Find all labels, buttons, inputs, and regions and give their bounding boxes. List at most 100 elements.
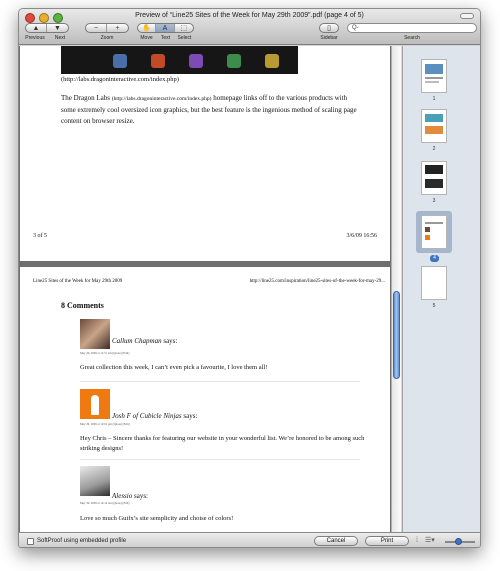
sidebar-toggle-button[interactable]: ▯: [319, 23, 339, 33]
page-number-1: 1: [432, 96, 436, 102]
cancel-button[interactable]: Cancel: [314, 536, 358, 546]
paragraph-link[interactable]: (http://labs.dragoninteractive.com/index…: [112, 96, 212, 102]
avatar: [80, 466, 110, 496]
comment-says: says:: [181, 412, 198, 420]
previous-button[interactable]: ▲: [26, 24, 48, 32]
print-button[interactable]: Print: [365, 536, 409, 546]
next-label: Next: [54, 35, 66, 41]
app-icon: [151, 54, 165, 68]
page-thumbnail-4[interactable]: [421, 215, 447, 249]
comment-divider: [80, 459, 360, 460]
comment-author: Alessio says:: [112, 492, 148, 500]
page-nav-group: ▲ ▼: [25, 23, 69, 33]
comment-text: Love so much Guifx’s site semplicity and…: [80, 515, 234, 522]
ninja-figure-icon: [91, 395, 99, 415]
comment-meta: May 29, 2009 at 11:51 am (Quote) (Edit): [80, 351, 130, 355]
comment-says: says:: [132, 492, 148, 500]
zoom-group: − +: [85, 23, 129, 33]
comment-text: Great collection this week, I can’t even…: [80, 364, 268, 371]
pdf-page-3: (http://labs.dragoninteractive.com/index…: [20, 46, 390, 261]
app-icon: [113, 54, 127, 68]
text-cursor-icon: A: [162, 24, 168, 32]
screenshot-image: [61, 46, 298, 74]
previous-label: Previous: [25, 35, 45, 41]
select-tool-button[interactable]: ⬚: [175, 24, 193, 32]
text-tool-button[interactable]: A: [156, 24, 175, 32]
comment-meta: May 29, 2009 at 12:01 pm (Quote) (Edit): [80, 422, 130, 426]
softproof-label: SoftProof using embedded profile: [37, 538, 127, 544]
print-bar: SoftProof using embedded profile Cancel …: [19, 532, 480, 547]
thumbnail-text: [425, 77, 443, 79]
arrow-down-icon: ▼: [54, 24, 61, 32]
page-paragraph: The Dragon Labs (http://labs.dragoninter…: [61, 93, 361, 127]
comments-heading: 8 Comments: [61, 301, 104, 310]
view-mode-icon[interactable]: ⁞: [416, 537, 418, 544]
vertical-scrollbar[interactable]: [391, 46, 401, 532]
slider-knob[interactable]: [455, 538, 462, 545]
search-label: Search: [404, 35, 420, 41]
preview-window: Preview of “Line25 Sites of the Week for…: [18, 8, 481, 548]
thumbnail-text: [425, 81, 439, 83]
move-label: Move: [140, 35, 153, 41]
page-header-left: Line25 Sites of the Week for May 29th 20…: [33, 279, 123, 284]
hand-icon: ✋: [142, 25, 152, 32]
comment-author-name[interactable]: Callum Chapman: [112, 337, 162, 345]
tool-mode-group: ✋ A ⬚: [137, 23, 194, 33]
app-icon: [227, 54, 241, 68]
scrollbar-thumb[interactable]: [393, 291, 400, 379]
thumbnail-size-slider[interactable]: [445, 538, 475, 545]
thumbnail-image: [425, 165, 443, 174]
text-label: Text: [160, 35, 171, 41]
sort-options-icon[interactable]: ☰▾: [425, 536, 435, 544]
thumbnail-image: [425, 227, 430, 232]
select-label: Select: [177, 35, 192, 41]
pdf-page-4: Line25 Sites of the Week for May 29th 20…: [20, 267, 390, 532]
selection-icon: ⬚: [180, 25, 188, 32]
toolbar-toggle-button[interactable]: [460, 13, 474, 19]
comment-author: Callum Chapman says:: [112, 337, 177, 345]
softproof-checkbox[interactable]: [27, 538, 34, 545]
app-icon: [265, 54, 279, 68]
thumbnail-text: [425, 222, 443, 224]
page-number-2: 2: [432, 146, 436, 152]
next-button[interactable]: ▼: [47, 24, 68, 32]
zoom-label: Zoom: [100, 35, 114, 41]
comment-author-name[interactable]: Alessio: [112, 492, 132, 500]
avatar: [80, 319, 110, 349]
thumbnail-image: [425, 179, 443, 188]
search-placeholder: Q-: [352, 25, 359, 31]
zoom-out-icon: −: [93, 24, 99, 32]
page-footer-left: 3 of 5: [33, 233, 47, 239]
paragraph-lead: The Dragon Labs: [61, 94, 112, 102]
thumbnail-image: [425, 235, 430, 240]
document-view[interactable]: (http://labs.dragoninteractive.com/index…: [19, 46, 401, 532]
window-title: Preview of “Line25 Sites of the Week for…: [135, 12, 364, 19]
page-number-badge: 4: [430, 255, 439, 262]
sidebar-icon: ▯: [327, 25, 331, 32]
arrow-up-icon: ▲: [32, 24, 40, 32]
comment-meta: May 30, 2009 at 12:14 am (Quote) (Edit): [80, 501, 130, 505]
comment-text: Hey Chris – Sincere thanks for featuring…: [80, 435, 365, 452]
page-footer-right: 3/6/09 16:56: [346, 233, 377, 239]
zoom-in-button[interactable]: +: [107, 24, 128, 32]
page-thumbnail-2[interactable]: [421, 109, 447, 143]
thumbnail-sidebar: 1 2 3 4 5: [402, 46, 480, 532]
comment-author-name[interactable]: Josh F of Cubicle Ninjas: [112, 412, 182, 420]
page-thumbnail-3[interactable]: [421, 161, 447, 195]
comment-divider: [80, 381, 360, 382]
thumbnail-image: [425, 64, 443, 74]
image-caption: (http://labs.dragoninteractive.com/index…: [61, 76, 179, 83]
sidebar-label: Sidebar: [320, 35, 338, 41]
zoom-out-button[interactable]: −: [86, 24, 108, 32]
comment-says: says:: [161, 337, 178, 345]
titlebar: Preview of “Line25 Sites of the Week for…: [19, 9, 480, 45]
app-icon: [189, 54, 203, 68]
comment-author: Josh F of Cubicle Ninjas says:: [112, 412, 197, 420]
page-thumbnail-5[interactable]: [421, 266, 447, 300]
thumbnail-image: [425, 126, 443, 134]
search-input[interactable]: Q-: [347, 23, 477, 33]
page-thumbnail-1[interactable]: [421, 59, 447, 93]
avatar: [80, 389, 110, 419]
page-number-5: 5: [432, 303, 436, 309]
move-tool-button[interactable]: ✋: [138, 24, 157, 32]
